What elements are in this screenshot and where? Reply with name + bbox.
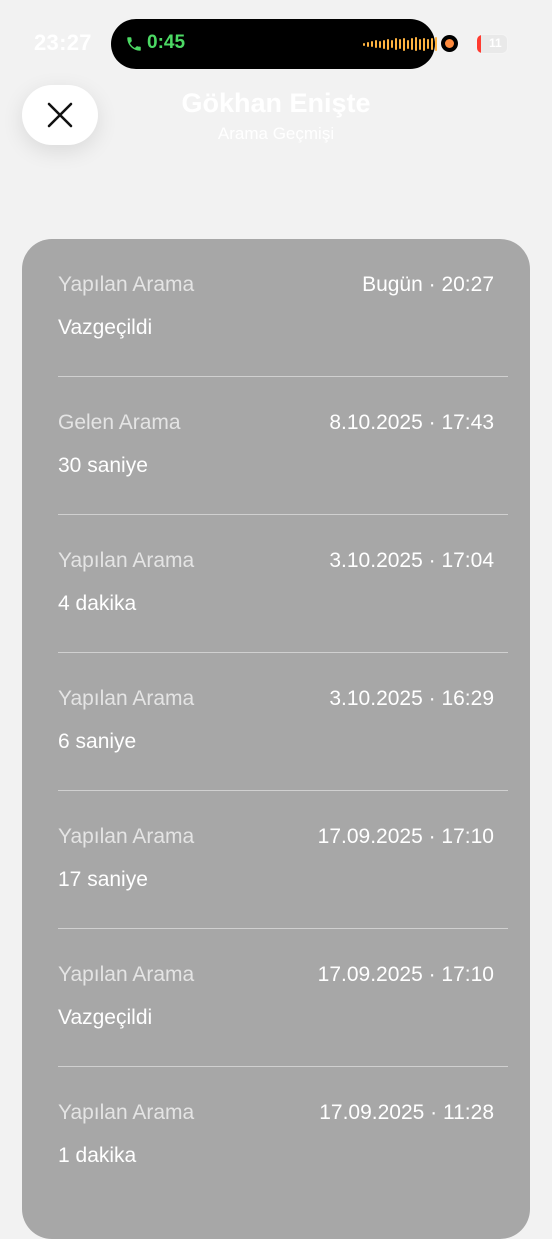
call-detail: 6 saniye	[58, 730, 137, 753]
call-date: 17.09.2025 · 17:10	[317, 825, 494, 848]
phone-icon	[127, 37, 141, 51]
call-detail: 1 dakika	[58, 1144, 137, 1167]
call-detail: 17 saniye	[58, 868, 148, 891]
status-time: 23:27	[34, 30, 92, 55]
call-row[interactable]: Yapılan Arama 17.09.2025 · 11:28 1 dakik…	[22, 1067, 530, 1205]
call-detail: Vazgeçildi	[58, 316, 153, 339]
call-date: 17.09.2025 · 17:10	[317, 963, 494, 986]
call-row[interactable]: Yapılan Arama 3.10.2025 · 16:29 6 saniye	[22, 653, 530, 791]
call-row[interactable]: Yapılan Arama 17.09.2025 · 17:10 17 sani…	[22, 791, 530, 929]
call-type: Yapılan Arama	[58, 687, 195, 710]
waveform-icon	[363, 35, 437, 53]
dynamic-island[interactable]: 0:45	[111, 19, 437, 69]
recording-indicator-icon	[441, 35, 458, 52]
call-date: 3.10.2025 · 17:04	[329, 549, 494, 572]
call-timer: 0:45	[147, 32, 186, 53]
call-row[interactable]: Yapılan Arama Bugün · 20:27 Vazgeçildi	[22, 239, 530, 377]
call-row[interactable]: Yapılan Arama 3.10.2025 · 17:04 4 dakika	[22, 515, 530, 653]
call-type: Yapılan Arama	[58, 963, 195, 986]
battery-level: 11	[489, 36, 502, 50]
call-detail: 4 dakika	[58, 592, 137, 615]
call-detail: 30 saniye	[58, 454, 148, 477]
battery-icon: 11	[476, 34, 508, 54]
contact-name: Gökhan Enişte	[181, 88, 371, 118]
call-date: 8.10.2025 · 17:43	[329, 411, 494, 434]
page-subtitle: Arama Geçmişi	[217, 124, 335, 143]
call-row[interactable]: Gelen Arama 8.10.2025 · 17:43 30 saniye	[22, 377, 530, 515]
call-type: Yapılan Arama	[58, 1101, 195, 1124]
call-type: Yapılan Arama	[58, 549, 195, 572]
call-type: Gelen Arama	[58, 411, 181, 434]
call-detail: Vazgeçildi	[58, 1006, 153, 1029]
call-history-card: Yapılan Arama Bugün · 20:27 Vazgeçildi G…	[22, 239, 530, 1239]
call-date: 3.10.2025 · 16:29	[329, 687, 494, 710]
call-date: Bugün · 20:27	[362, 273, 494, 296]
call-type: Yapılan Arama	[58, 273, 195, 296]
call-row[interactable]: Yapılan Arama 17.09.2025 · 17:10 Vazgeçi…	[22, 929, 530, 1067]
call-date: 17.09.2025 · 11:28	[319, 1101, 494, 1124]
call-type: Yapılan Arama	[58, 825, 195, 848]
